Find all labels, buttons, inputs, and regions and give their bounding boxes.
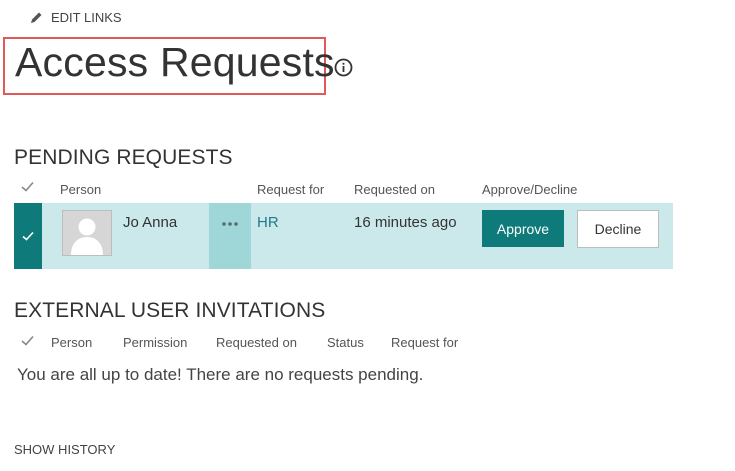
column-header-request-for[interactable]: Request for	[391, 335, 458, 350]
edit-links-button[interactable]: EDIT LINKS	[30, 10, 122, 25]
request-row[interactable]	[14, 203, 673, 269]
show-history-link[interactable]: SHOW HISTORY	[14, 442, 115, 457]
column-header-person[interactable]: Person	[51, 335, 92, 350]
external-invitations-heading: EXTERNAL USER INVITATIONS	[14, 299, 326, 322]
empty-state-message: You are all up to date! There are no req…	[17, 365, 424, 384]
more-options-button[interactable]	[209, 203, 251, 269]
decline-button[interactable]: Decline	[577, 210, 659, 248]
column-header-approve-decline: Approve/Decline	[482, 182, 578, 197]
column-header-requested-on[interactable]: Requested on	[354, 182, 435, 197]
request-for-link[interactable]: HR	[257, 214, 279, 231]
ellipsis-icon	[222, 222, 238, 226]
pending-requests-heading: PENDING REQUESTS	[14, 146, 233, 169]
select-all-checkmark-icon[interactable]	[21, 335, 34, 346]
row-select-checkbox[interactable]	[14, 203, 42, 269]
checkmark-icon	[22, 231, 34, 241]
column-header-permission[interactable]: Permission	[123, 335, 187, 350]
column-header-requested-on[interactable]: Requested on	[216, 335, 297, 350]
column-header-person[interactable]: Person	[60, 182, 101, 197]
avatar	[62, 210, 112, 256]
approve-button[interactable]: Approve	[482, 210, 564, 247]
column-header-status[interactable]: Status	[327, 335, 364, 350]
requested-on-value: 16 minutes ago	[354, 214, 457, 231]
page-title: Access Requests	[15, 39, 335, 85]
info-icon[interactable]	[334, 58, 353, 77]
edit-links-label: EDIT LINKS	[51, 10, 122, 25]
select-all-checkmark-icon[interactable]	[21, 181, 34, 192]
pencil-icon	[31, 12, 42, 23]
avatar-placeholder-icon	[63, 211, 111, 255]
column-header-request-for[interactable]: Request for	[257, 182, 324, 197]
requester-name[interactable]: Jo Anna	[123, 214, 177, 231]
